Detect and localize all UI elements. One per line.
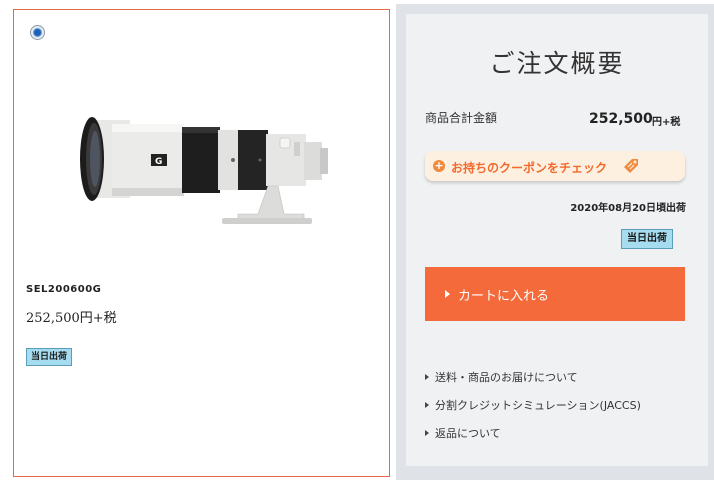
shipping-info-link[interactable]: 送料・商品のお届けについて bbox=[425, 369, 578, 385]
credit-simulation-label: 分割クレジットシミュレーション(JACCS) bbox=[435, 399, 641, 412]
plus-circle-icon: + bbox=[433, 159, 445, 172]
product-card[interactable]: G SEL200600G 252,500円+税 当日出荷 bbox=[13, 9, 390, 477]
add-to-cart-label: カートに入れる bbox=[458, 289, 550, 304]
summary-title: ご注文概要 bbox=[489, 49, 625, 78]
svg-text:G: G bbox=[155, 157, 162, 167]
arrow-right-icon bbox=[445, 290, 450, 298]
product-code: SEL200600G bbox=[26, 284, 102, 295]
shipping-info-label: 送料・商品のお届けについて bbox=[435, 371, 578, 384]
product-price: 252,500円+税 bbox=[26, 311, 117, 326]
check-coupon-button[interactable]: + お持ちのクーポンをチェック bbox=[425, 151, 685, 181]
subtotal-suffix: 円+税 bbox=[652, 117, 681, 128]
subtotal-label: 商品合計金額 bbox=[425, 111, 498, 125]
returns-info-label: 返品について bbox=[435, 427, 501, 440]
returns-info-link[interactable]: 返品について bbox=[425, 425, 501, 441]
arrow-right-icon bbox=[425, 430, 429, 436]
estimated-delivery-date: 2020年08月20日頃出荷 bbox=[570, 203, 686, 214]
camera-lens-image: G bbox=[80, 117, 328, 224]
order-summary-panel: ご注文概要 商品合計金額 252,500 円+税 + お持ちのクーポンをチェック… bbox=[406, 14, 708, 466]
coupon-label: お持ちのクーポンをチェック bbox=[451, 161, 608, 175]
same-day-shipping-badge: 当日出荷 bbox=[26, 348, 73, 366]
add-to-cart-button[interactable]: カートに入れる bbox=[425, 267, 685, 321]
subtotal-value: 252,500 bbox=[589, 111, 653, 127]
credit-simulation-link[interactable]: 分割クレジットシミュレーション(JACCS) bbox=[425, 397, 641, 413]
radio-selected-icon[interactable] bbox=[30, 25, 45, 40]
same-day-shipping-badge: 当日出荷 bbox=[621, 229, 673, 249]
coupon-tag-icon bbox=[624, 159, 638, 173]
arrow-right-icon bbox=[425, 402, 429, 408]
arrow-right-icon bbox=[425, 374, 429, 380]
